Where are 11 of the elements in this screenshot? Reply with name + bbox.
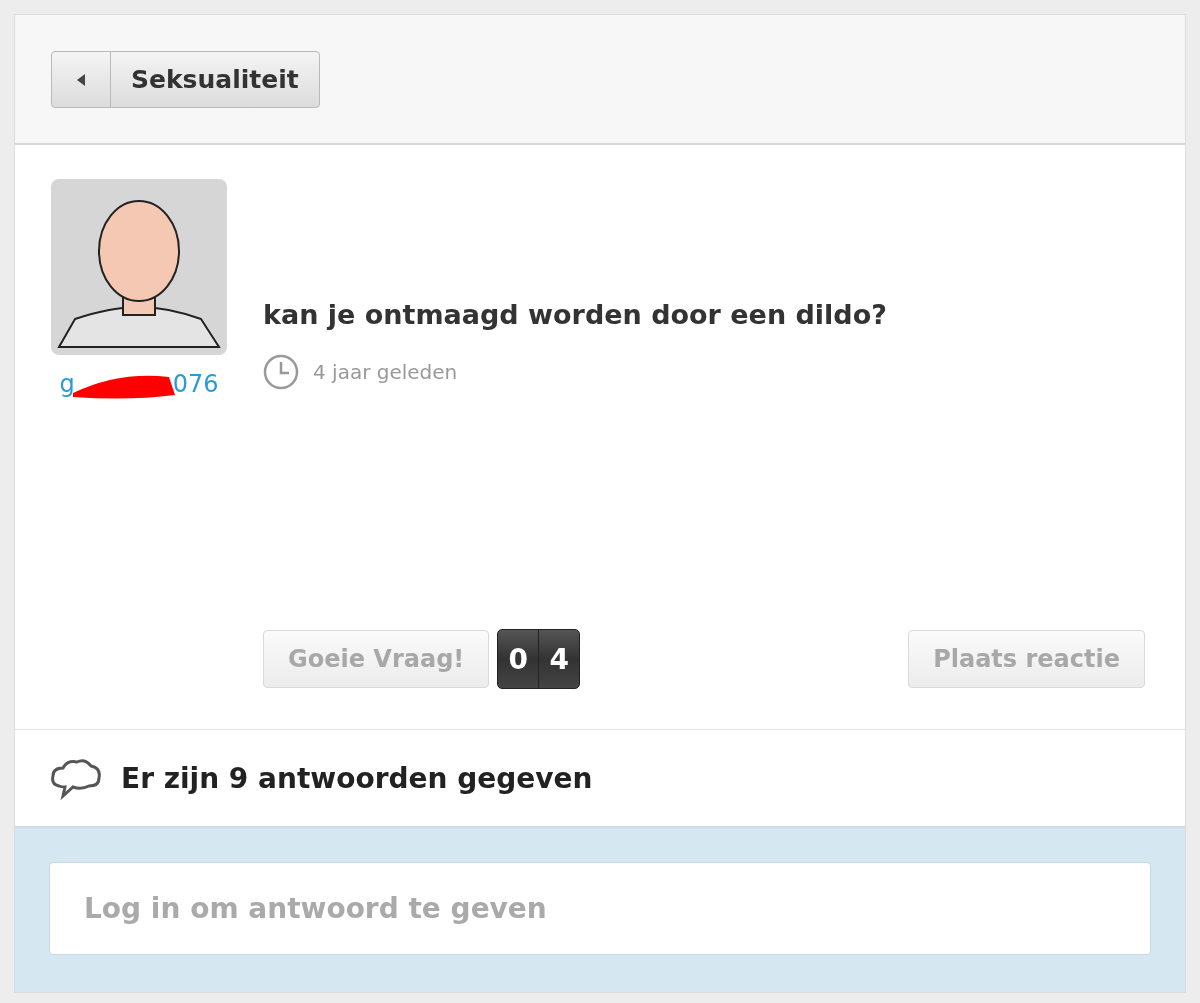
question-title: kan je ontmaagd worden door een dildo? xyxy=(263,299,888,330)
back-button[interactable]: Seksualiteit xyxy=(51,51,320,108)
caret-icon xyxy=(77,73,85,86)
speech-bubble-icon xyxy=(49,756,103,800)
clock-icon xyxy=(263,354,299,390)
answers-count: Er zijn 9 antwoorden gegeven xyxy=(121,761,593,795)
username-link[interactable]: g xyxy=(59,370,75,398)
post-time: 4 jaar geleden xyxy=(313,360,458,384)
vote-counter: 0 4 xyxy=(497,629,581,689)
username-link[interactable]: 076 xyxy=(172,370,219,398)
answer-field[interactable]: Log in om antwoord te geven xyxy=(49,862,1151,955)
